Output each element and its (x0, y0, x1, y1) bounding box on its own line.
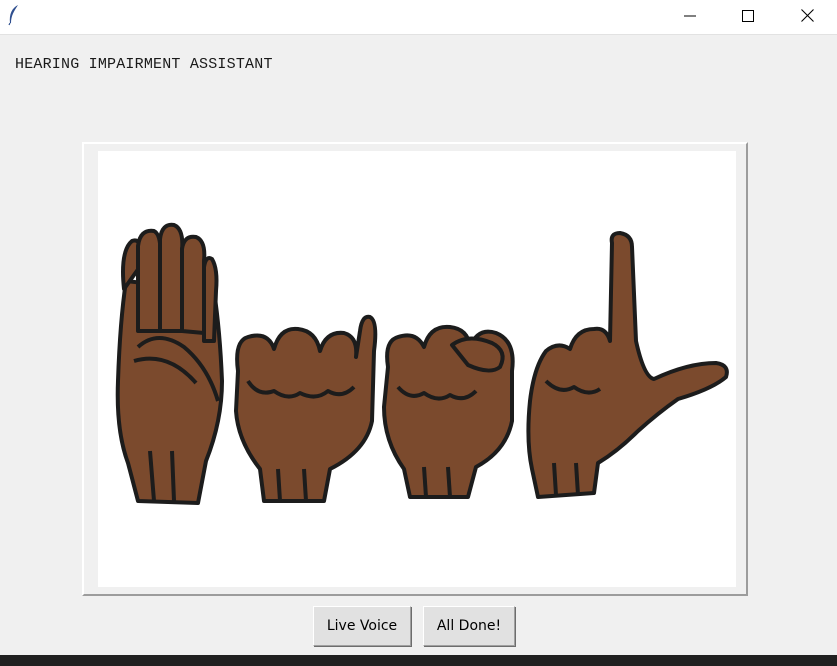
live-voice-button[interactable]: Live Voice (313, 606, 411, 646)
maximize-icon (742, 9, 754, 22)
image-canvas (98, 151, 736, 587)
minimize-icon (684, 15, 696, 16)
hand-sign-4 (526, 231, 729, 499)
close-button[interactable] (778, 0, 836, 31)
all-done-button[interactable]: All Done! (423, 606, 515, 646)
page-title: HEARING IMPAIRMENT ASSISTANT (15, 56, 273, 73)
feather-icon (8, 5, 18, 26)
minimize-button[interactable] (661, 0, 719, 31)
hand-sign-2 (234, 314, 378, 503)
hand-sign-3 (382, 324, 515, 499)
taskbar (0, 655, 837, 666)
close-icon (800, 9, 814, 22)
image-panel (82, 142, 748, 596)
maximize-button[interactable] (719, 0, 777, 31)
asl-hands-illustration (115, 222, 729, 505)
title-bar (0, 0, 837, 35)
hand-sign-1 (115, 222, 224, 505)
